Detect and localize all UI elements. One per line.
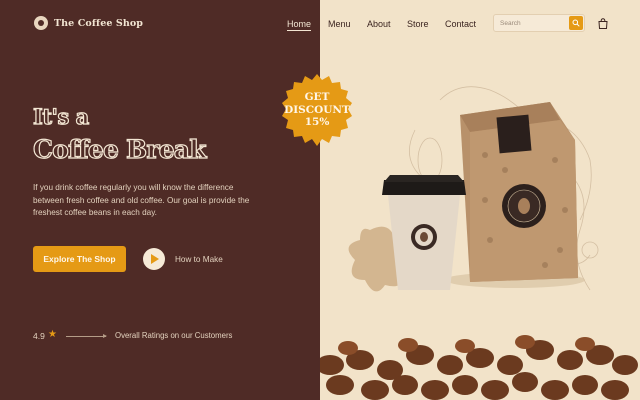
nav-home[interactable]: Home [287,19,312,31]
nav-contact[interactable]: Contact [445,19,476,29]
search-box [493,14,585,32]
search-icon [572,19,580,27]
discount-badge: GET DISCOUNT 15% [280,73,354,147]
search-input[interactable] [500,18,564,29]
hero-title-line1: It's a [32,103,89,129]
rating-label: Overall Ratings on our Customers [115,331,233,340]
nav-store[interactable]: Store [407,19,429,29]
cart-icon [598,18,608,29]
how-to-make-link[interactable]: How to Make [175,255,223,264]
nav-about[interactable]: About [367,19,391,29]
cart-button[interactable] [597,17,609,29]
product-illustration [320,86,638,400]
logo-text: The Coffee Shop [54,17,144,29]
search-button[interactable] [569,16,583,30]
badge-line2: DISCOUNT [284,103,350,116]
badge-line3: 15% [304,116,330,128]
play-icon[interactable] [143,248,165,270]
arrow-icon [66,334,107,338]
badge-line1: GET [304,91,330,103]
logo[interactable]: The Coffee Shop [34,16,143,30]
star-icon: ★ [48,329,57,340]
rating-value: 4.9 [33,331,45,341]
nav-menu[interactable]: Menu [328,19,351,29]
hero-title-line2: Coffee Break [32,134,207,164]
badge-text: GET DISCOUNT 15% [280,91,354,129]
logo-icon [34,16,48,30]
explore-shop-button[interactable]: Explore The Shop [33,246,126,272]
hero-description: If you drink coffee regularly you will k… [33,183,250,217]
